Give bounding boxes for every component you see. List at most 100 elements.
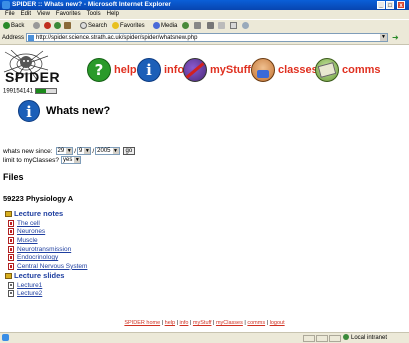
list-item[interactable]: The cell [8,219,87,228]
chevron-down-icon: ▼ [112,148,119,154]
search-button[interactable]: Search [80,21,107,31]
day-select[interactable]: 29 ▼ [55,147,74,155]
nav-help[interactable]: ? help [87,58,137,82]
ie-logo-icon [2,1,10,9]
footer-link-comms[interactable]: comms [247,320,265,326]
address-input[interactable]: http://spider.science.strath.ac.uk/spide… [26,33,388,42]
status-panel [316,335,328,342]
pdf-icon [8,228,14,236]
list-item[interactable]: Lecture2 [8,290,42,299]
footer-link-mystuff[interactable]: myStuff [193,320,212,326]
folder-icon [5,272,12,279]
media-icon [153,21,160,29]
menu-file[interactable]: File [0,10,18,19]
nav-comms[interactable]: comms [315,58,381,82]
list-item[interactable]: Central Nervous System [8,262,87,271]
year-select[interactable]: 2005 ▼ [95,147,120,155]
lecture-slides-list: Lecture1 Lecture2 [8,281,42,298]
nav-info[interactable]: i info [137,58,184,82]
history-icon [182,21,189,29]
classes-icon [251,58,275,82]
user-id: 199154141 [3,88,58,95]
forward-arrow-icon [33,21,40,29]
list-item[interactable]: Lecture1 [8,281,42,290]
footer-link-home[interactable]: SPIDER home [124,320,160,326]
status-panel [303,335,315,342]
go-arrow-icon[interactable]: ➜ [392,33,399,42]
back-arrow-icon [3,21,10,29]
go-button[interactable]: go [122,147,136,155]
history-button[interactable] [182,21,190,31]
back-button[interactable]: Back [3,21,24,31]
section-lecture-slides[interactable]: Lecture slides [5,271,64,280]
footer-link-myclasses[interactable]: myClasses [216,320,243,326]
logo-text: SPIDER [5,69,61,85]
document-icon [8,281,14,289]
discuss-button[interactable] [230,21,238,31]
media-button[interactable]: Media [153,21,177,31]
refresh-icon [54,21,61,29]
messenger-button[interactable] [242,21,250,31]
toolbar: Back Search Favorites Media [0,19,409,33]
maximize-icon[interactable]: □ [386,1,394,9]
stop-icon [44,21,51,29]
list-item[interactable]: Neurotransmission [8,245,87,254]
chevron-down-icon: ▼ [66,148,73,154]
menu-tools[interactable]: Tools [84,10,104,19]
stop-button[interactable] [44,21,52,31]
comms-icon [315,58,339,82]
mystuff-icon [183,58,207,82]
info-icon: i [137,58,161,82]
user-status-bar [35,88,58,94]
mail-button[interactable] [194,21,202,31]
home-button[interactable] [64,21,72,31]
document-icon [8,290,14,298]
address-label: Address [2,35,25,41]
page-header: i Whats new? [18,100,110,122]
minimize-icon[interactable]: _ [377,1,385,9]
section-lecture-notes[interactable]: Lecture notes [5,209,63,218]
status-panel [329,335,341,342]
mail-icon [194,21,201,29]
refresh-button[interactable] [54,21,62,31]
menu-help[interactable]: Help [104,10,122,19]
browser-window: SPIDER :: Whats new? - Microsoft Interne… [0,0,409,343]
nav-classes[interactable]: classes [251,58,318,82]
pdf-icon [8,262,14,270]
address-dropdown-icon[interactable]: ▼ [380,34,387,41]
edit-icon [218,21,225,29]
print-button[interactable] [207,21,215,31]
page-title: Whats new? [46,105,111,117]
folder-icon [5,210,12,217]
since-filter: whats new since: 29 ▼ / 9 ▼ / 2005 ▼ go [3,147,136,155]
limit-filter: limit to myClasses? yes ▼ [3,156,82,164]
menu-view[interactable]: View [34,10,53,19]
print-icon [207,21,214,29]
files-heading: Files [3,172,24,182]
limit-select[interactable]: yes ▼ [60,156,82,164]
nav-mystuff[interactable]: myStuff [183,58,251,82]
menu-edit[interactable]: Edit [18,10,34,19]
lecture-notes-list: The cell Neurones Muscle Neurotransmissi… [8,219,87,271]
menu-bar: File Edit View Favorites Tools Help [0,10,409,19]
course-title: 59223 Physiology A [3,194,74,203]
footer-link-logout[interactable]: logout [270,320,285,326]
list-item[interactable]: Neurones [8,228,87,237]
footer-link-help[interactable]: help [165,320,175,326]
discuss-icon [230,21,237,29]
menu-favorites[interactable]: Favorites [53,10,84,19]
favorites-button[interactable]: Favorites [112,21,145,31]
list-item[interactable]: Endocrinology [8,253,87,262]
date-separator: / [74,147,76,155]
address-bar: Address http://spider.science.strath.ac.… [0,32,409,45]
pdf-icon [8,254,14,262]
forward-button[interactable] [33,21,41,31]
pdf-icon [8,219,14,227]
title-bar: SPIDER :: Whats new? - Microsoft Interne… [0,0,409,10]
user-id-value: 199154141 [3,88,34,95]
search-icon [80,21,87,29]
close-icon[interactable]: x [397,1,405,9]
edit-button[interactable] [218,21,226,31]
list-item[interactable]: Muscle [8,236,87,245]
month-select[interactable]: 9 ▼ [77,147,92,155]
